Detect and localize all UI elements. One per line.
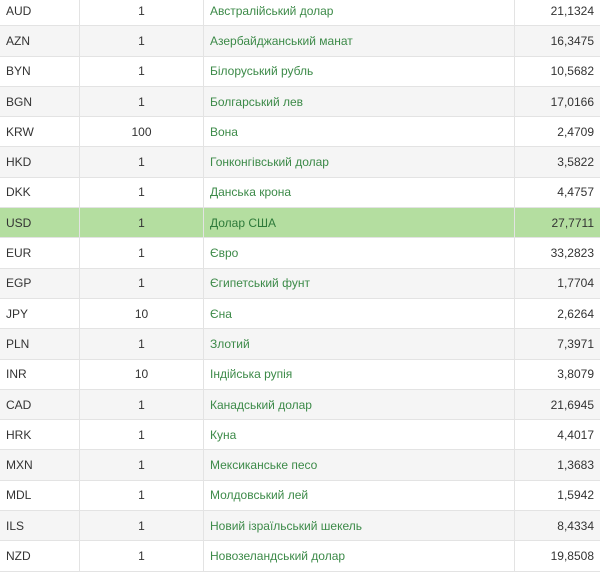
currency-rate: 1,3683 bbox=[557, 458, 594, 473]
currency-name-link[interactable]: Індійська рупія bbox=[204, 359, 515, 389]
currency-name-link[interactable]: Данська крона bbox=[204, 177, 515, 208]
currency-code: ILS bbox=[0, 511, 80, 541]
currency-code: INR bbox=[0, 359, 80, 389]
currency-code: MXN bbox=[0, 450, 80, 480]
table-row: HKD 1 Гонконгівський долар 3,5822 bbox=[0, 147, 600, 178]
currency-rate: 19,8508 bbox=[550, 548, 594, 563]
currency-code: BGN bbox=[0, 86, 80, 117]
currency-name-link[interactable]: Долар США bbox=[204, 208, 515, 238]
currency-code: PLN bbox=[0, 329, 80, 359]
currency-name-link[interactable]: Болгарський лев bbox=[204, 86, 515, 117]
table-row: KRW 100 Вона 2,4709 bbox=[0, 117, 600, 148]
currency-units: 1 bbox=[80, 420, 204, 450]
currency-name-link[interactable]: Білоруський рубль bbox=[204, 56, 515, 86]
currency-rate: 10,5682 bbox=[550, 64, 594, 79]
table-row: BGN 1 Болгарський лев 17,0166 bbox=[0, 86, 600, 118]
table-row: CAD 1 Канадський долар 21,6945 bbox=[0, 389, 600, 421]
currency-units: 1 bbox=[80, 480, 204, 511]
currency-units: 1 bbox=[80, 268, 204, 298]
currency-rate: 4,4017 bbox=[557, 427, 594, 442]
currency-units: 1 bbox=[80, 177, 204, 208]
table-row: AZN 1 Азербайджанський манат 16,3475 bbox=[0, 26, 600, 57]
currency-units: 1 bbox=[80, 238, 204, 268]
currency-rate: 3,5822 bbox=[557, 155, 594, 170]
currency-units: 10 bbox=[80, 298, 204, 329]
currency-code: HKD bbox=[0, 147, 80, 177]
currency-name-link[interactable]: Євро bbox=[204, 238, 515, 268]
currency-code: USD bbox=[0, 208, 80, 238]
currency-units: 1 bbox=[80, 511, 204, 541]
currency-code: DKK bbox=[0, 177, 80, 208]
currency-rate: 8,4334 bbox=[557, 518, 594, 533]
currency-code: EUR bbox=[0, 238, 80, 268]
currency-code: KRW bbox=[0, 117, 80, 147]
currency-name-link[interactable]: Канадський долар bbox=[204, 389, 515, 420]
currency-name-link[interactable]: Гонконгівський долар bbox=[204, 147, 515, 177]
currency-units: 1 bbox=[80, 450, 204, 480]
currency-units: 1 bbox=[80, 56, 204, 86]
table-row: NZD 1 Новозеландський долар 19,8508 bbox=[0, 541, 600, 572]
table-row: BYN 1 Білоруський рубль 10,5682 bbox=[0, 56, 600, 87]
table-row: JPY 10 Єна 2,6264 bbox=[0, 298, 600, 330]
currency-rate: 27,7711 bbox=[551, 215, 595, 230]
currency-name-link[interactable]: Новий ізраїльський шекель bbox=[204, 511, 515, 541]
currency-rate: 3,8079 bbox=[557, 367, 594, 382]
currency-units: 1 bbox=[80, 26, 204, 56]
currency-rate: 17,0166 bbox=[550, 94, 594, 109]
currency-name-link[interactable]: Азербайджанський манат bbox=[204, 26, 515, 56]
currency-units: 1 bbox=[80, 329, 204, 359]
currency-units: 1 bbox=[80, 208, 204, 238]
currency-rate: 1,5942 bbox=[557, 488, 594, 503]
currency-name-link[interactable]: Куна bbox=[204, 420, 515, 450]
exchange-rates-table: AUD 1 Австралійський долар 21,1324 AZN 1… bbox=[0, 0, 600, 572]
currency-code: HRK bbox=[0, 420, 80, 450]
table-row: HRK 1 Куна 4,4017 bbox=[0, 420, 600, 451]
currency-units: 1 bbox=[80, 541, 204, 571]
currency-rate: 21,1324 bbox=[550, 3, 594, 18]
currency-units: 1 bbox=[80, 147, 204, 177]
table-row: MXN 1 Мексиканське песо 1,3683 bbox=[0, 450, 600, 481]
currency-rate: 2,6264 bbox=[557, 306, 594, 321]
currency-units: 100 bbox=[80, 117, 204, 147]
currency-rate: 1,7704 bbox=[557, 276, 594, 291]
table-row: EGP 1 Єгипетський фунт 1,7704 bbox=[0, 268, 600, 299]
table-row: AUD 1 Австралійський долар 21,1324 bbox=[0, 0, 600, 27]
currency-rate: 4,4757 bbox=[557, 185, 594, 200]
currency-rate: 2,4709 bbox=[557, 124, 594, 139]
currency-code: JPY bbox=[0, 298, 80, 329]
currency-units: 1 bbox=[80, 389, 204, 420]
table-row: EUR 1 Євро 33,2823 bbox=[0, 238, 600, 269]
currency-code: EGP bbox=[0, 268, 80, 298]
currency-name-link[interactable]: Єгипетський фунт bbox=[204, 268, 515, 298]
currency-name-link[interactable]: Мексиканське песо bbox=[204, 450, 515, 480]
currency-rate: 33,2823 bbox=[550, 246, 594, 261]
currency-code: MDL bbox=[0, 480, 80, 511]
currency-units: 1 bbox=[80, 86, 204, 117]
table-row: DKK 1 Данська крона 4,4757 bbox=[0, 177, 600, 209]
currency-code: AUD bbox=[0, 0, 80, 26]
currency-units: 10 bbox=[80, 359, 204, 389]
currency-name-link[interactable]: Австралійський долар bbox=[204, 0, 515, 26]
currency-name-link[interactable]: Молдовський лей bbox=[204, 480, 515, 511]
table-row: MDL 1 Молдовський лей 1,5942 bbox=[0, 480, 600, 512]
currency-code: BYN bbox=[0, 56, 80, 86]
table-row-highlighted: USD 1 Долар США 27,7711 bbox=[0, 208, 600, 239]
table-row: INR 10 Індійська рупія 3,8079 bbox=[0, 359, 600, 390]
currency-rate: 21,6945 bbox=[550, 397, 594, 412]
currency-rate: 7,3971 bbox=[557, 336, 594, 351]
currency-code: CAD bbox=[0, 389, 80, 420]
currency-name-link[interactable]: Єна bbox=[204, 298, 515, 329]
currency-name-link[interactable]: Злотий bbox=[204, 329, 515, 359]
currency-code: AZN bbox=[0, 26, 80, 56]
currency-name-link[interactable]: Вона bbox=[204, 117, 515, 147]
currency-name-link[interactable]: Новозеландський долар bbox=[204, 541, 515, 571]
table-row: PLN 1 Злотий 7,3971 bbox=[0, 329, 600, 360]
currency-code: NZD bbox=[0, 541, 80, 571]
table-row: ILS 1 Новий ізраїльський шекель 8,4334 bbox=[0, 511, 600, 542]
currency-rate: 16,3475 bbox=[550, 33, 594, 48]
currency-units: 1 bbox=[80, 0, 204, 26]
